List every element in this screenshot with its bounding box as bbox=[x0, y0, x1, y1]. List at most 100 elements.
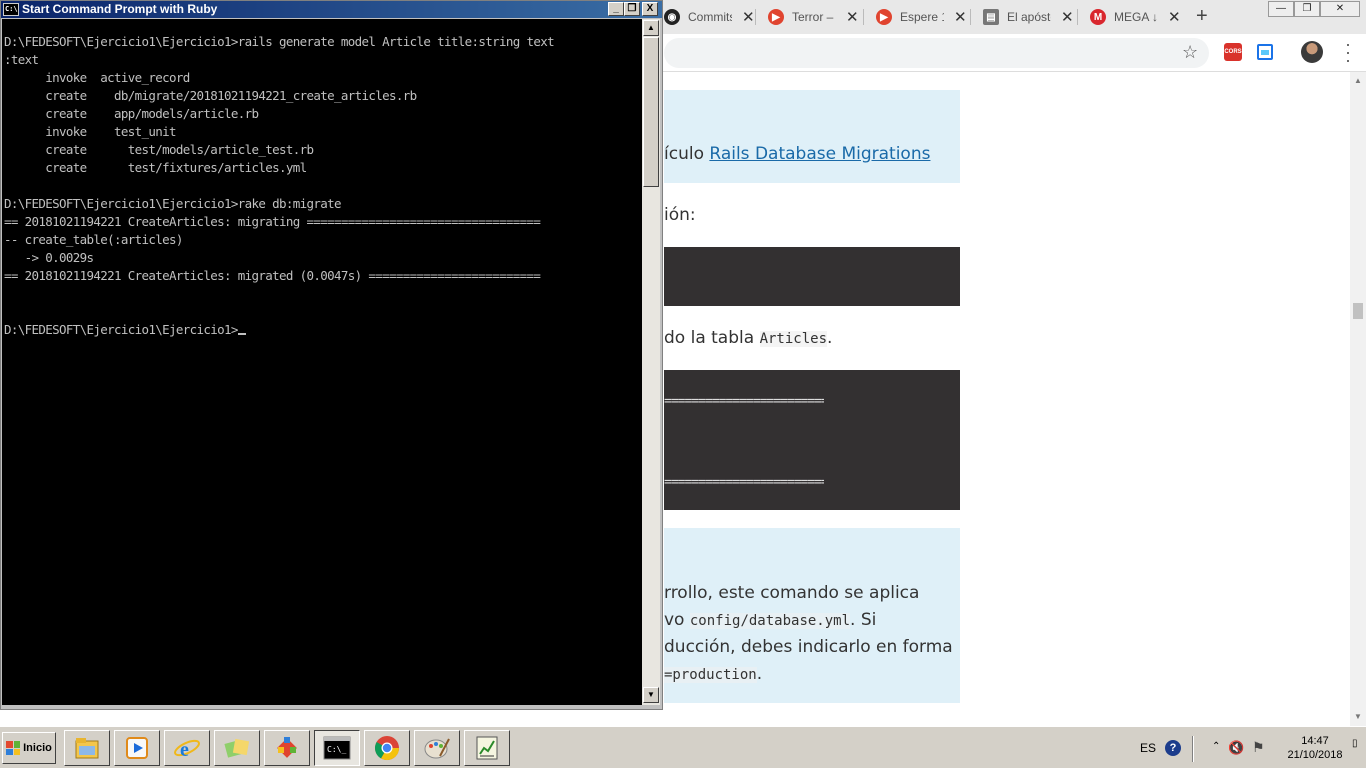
cmd-close-button[interactable]: X bbox=[642, 2, 658, 16]
help-icon[interactable]: ? bbox=[1165, 740, 1181, 756]
tab-separator bbox=[863, 9, 864, 25]
tab-close-icon[interactable]: ✕ bbox=[1168, 8, 1181, 26]
taskbar-file-explorer[interactable] bbox=[64, 730, 110, 766]
clipboard-icon: ▤ bbox=[983, 9, 999, 25]
internet-explorer-icon: e bbox=[174, 739, 200, 761]
git-icon bbox=[277, 737, 297, 758]
paragraph-table: do la tabla Articles. bbox=[664, 328, 833, 348]
cmd-scroll-up-icon[interactable]: ▲ bbox=[643, 20, 659, 36]
command-prompt-window[interactable]: C:\ Start Command Prompt with Ruby _ ❐ X… bbox=[0, 0, 663, 710]
taskbar: Inicio e C:\_ ES ? ⌃ 🔇 ⚑ 14:47 21/10/201… bbox=[0, 726, 1366, 768]
paragraph-migration: ión: bbox=[664, 205, 696, 225]
cmd-cursor bbox=[237, 333, 246, 335]
tab-title: Espere 1 bbox=[900, 10, 944, 24]
cmd-console-area[interactable]: D:\FEDESOFT\Ejercicio1\Ejercicio1>rails … bbox=[2, 19, 642, 705]
address-bar[interactable] bbox=[664, 38, 1209, 68]
tab-title: MEGA ↓ bbox=[1114, 10, 1158, 24]
code-database-yml: config/database.yml bbox=[689, 613, 851, 629]
rails-migrations-link[interactable]: Rails Database Migrations bbox=[709, 144, 930, 164]
tab-close-icon[interactable]: ✕ bbox=[954, 8, 967, 26]
volume-muted-icon[interactable]: 🔇 bbox=[1228, 740, 1244, 756]
code-output-line: =================================== bbox=[664, 475, 824, 490]
clock-date[interactable]: 21/10/2018 bbox=[1280, 749, 1350, 761]
profile-avatar[interactable] bbox=[1301, 41, 1323, 63]
clock-time[interactable]: 14:47 bbox=[1280, 735, 1350, 747]
start-button[interactable]: Inicio bbox=[2, 732, 56, 764]
tab-commits[interactable]: ◉ Commits ✕ bbox=[664, 2, 755, 32]
folders-icon bbox=[224, 738, 250, 758]
tab-separator bbox=[970, 9, 971, 25]
tray-separator bbox=[1192, 736, 1194, 762]
desktop: ◉ Commits ✕ ▶ Terror – ✕ ▶ Espere 1 ✕ ▤ … bbox=[0, 0, 1366, 768]
tab-espere[interactable]: ▶ Espere 1 ✕ bbox=[876, 2, 967, 32]
scroll-down-icon[interactable]: ▼ bbox=[1354, 712, 1362, 721]
play-icon: ▶ bbox=[768, 9, 784, 25]
code-block-command bbox=[664, 247, 960, 306]
cmd-scroll-thumb[interactable] bbox=[643, 37, 659, 187]
code-articles: Articles bbox=[759, 331, 827, 347]
info-box-environment: rrollo, este comando se aplica vo config… bbox=[664, 528, 960, 703]
page-scroll-thumb[interactable] bbox=[1353, 303, 1363, 319]
tab-close-icon[interactable]: ✕ bbox=[846, 8, 859, 26]
taskbar-git[interactable] bbox=[264, 730, 310, 766]
taskbar-internet-explorer[interactable]: e bbox=[164, 730, 210, 766]
info-line: =production. bbox=[664, 664, 763, 684]
chrome-icon bbox=[374, 736, 399, 761]
page-scrollbar[interactable]: ▲ ▼ bbox=[1350, 72, 1366, 726]
tab-close-icon[interactable]: ✕ bbox=[742, 8, 755, 26]
bookmark-star-icon[interactable]: ☆ bbox=[1182, 42, 1198, 63]
svg-text:e: e bbox=[180, 739, 189, 761]
play-icon: ▶ bbox=[876, 9, 892, 25]
cors-extension-icon[interactable]: CORS bbox=[1224, 43, 1242, 61]
browser-minimize-button[interactable]: — bbox=[1268, 1, 1294, 17]
command-prompt-icon: C:\ bbox=[3, 3, 19, 16]
browser-menu-icon[interactable]: · · · bbox=[1345, 35, 1351, 69]
start-label: Inicio bbox=[23, 742, 52, 754]
system-tray: ES ? ⌃ 🔇 ⚑ 14:47 21/10/2018 ▯ bbox=[1130, 730, 1366, 766]
taskbar-folders[interactable] bbox=[214, 730, 260, 766]
info-box-text: ículo Rails Database Migrations bbox=[664, 144, 931, 164]
action-center-flag-icon[interactable]: ⚑ bbox=[1252, 739, 1265, 756]
taskbar-command-prompt[interactable]: C:\_ bbox=[314, 730, 360, 766]
show-hidden-icons-chevron-icon[interactable]: ⌃ bbox=[1212, 741, 1220, 752]
window-extension-icon[interactable] bbox=[1257, 44, 1273, 60]
code-production: =production bbox=[664, 667, 757, 683]
taskbar-chrome[interactable] bbox=[364, 730, 410, 766]
command-prompt-icon: C:\_ bbox=[323, 736, 351, 760]
file-explorer-icon bbox=[75, 738, 99, 759]
language-indicator[interactable]: ES bbox=[1140, 741, 1156, 755]
code-output-line: =================================== bbox=[664, 394, 824, 409]
show-desktop-icon[interactable]: ▯ bbox=[1352, 738, 1364, 758]
cmd-maximize-button[interactable]: ❐ bbox=[624, 2, 640, 16]
taskbar-paint[interactable] bbox=[414, 730, 460, 766]
browser-restore-button[interactable]: ❐ bbox=[1294, 1, 1320, 17]
svg-text:C:\_: C:\_ bbox=[327, 745, 346, 754]
new-tab-button[interactable]: + bbox=[1196, 5, 1208, 28]
tab-title: El apósto bbox=[1007, 10, 1051, 24]
taskbar-media-player[interactable] bbox=[114, 730, 160, 766]
tab-title: Terror – bbox=[792, 10, 834, 24]
scroll-up-icon[interactable]: ▲ bbox=[1354, 76, 1362, 85]
tab-terror[interactable]: ▶ Terror – ✕ bbox=[768, 2, 859, 32]
cmd-scroll-down-icon[interactable]: ▼ bbox=[643, 687, 659, 703]
cmd-window-title: Start Command Prompt with Ruby bbox=[22, 2, 218, 16]
tab-title: Commits bbox=[688, 10, 732, 24]
cmd-scrollbar[interactable]: ▲ ▼ bbox=[642, 19, 660, 705]
browser-close-button[interactable]: ✕ bbox=[1320, 1, 1360, 17]
windows-logo-icon bbox=[6, 741, 21, 755]
info-line: vo config/database.yml. Si bbox=[664, 610, 877, 630]
paint-icon bbox=[424, 738, 450, 759]
tab-el-apostol[interactable]: ▤ El apósto ✕ bbox=[983, 2, 1074, 32]
info-line: rrollo, este comando se aplica bbox=[664, 583, 920, 603]
cmd-minimize-button[interactable]: _ bbox=[608, 2, 624, 16]
taskbar-chart-app[interactable] bbox=[464, 730, 510, 766]
tab-separator bbox=[755, 9, 756, 25]
info-box-migrations: ículo Rails Database Migrations bbox=[664, 90, 960, 183]
cmd-output-text: D:\FEDESOFT\Ejercicio1\Ejercicio1>rails … bbox=[4, 34, 555, 337]
chart-app-icon bbox=[476, 736, 498, 760]
tab-separator bbox=[1077, 9, 1078, 25]
tab-close-icon[interactable]: ✕ bbox=[1061, 8, 1074, 26]
tab-mega[interactable]: M MEGA ↓ ✕ bbox=[1090, 2, 1181, 32]
cmd-title-bar[interactable]: C:\ Start Command Prompt with Ruby _ ❐ X bbox=[1, 1, 662, 18]
mega-icon: M bbox=[1090, 9, 1106, 25]
